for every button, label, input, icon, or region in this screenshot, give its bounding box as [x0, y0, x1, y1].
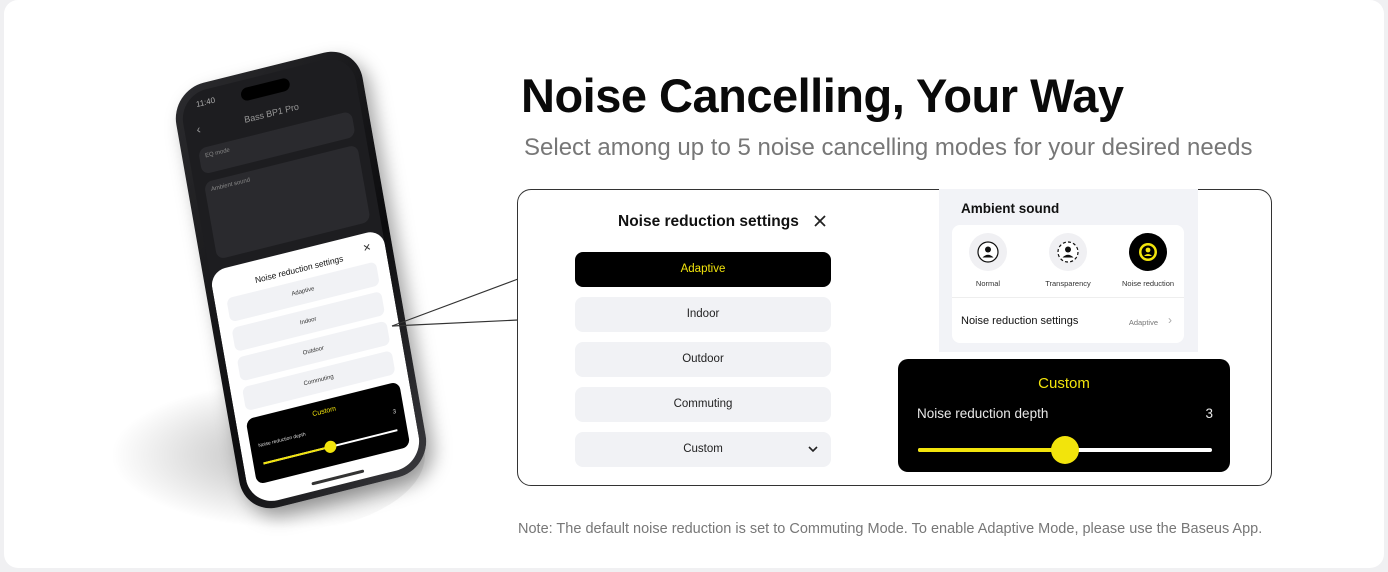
- mode-noise-reduction[interactable]: Noise reduction: [1110, 233, 1186, 288]
- option-adaptive[interactable]: Adaptive: [575, 252, 831, 287]
- phone-eq-label: EQ mode: [204, 147, 231, 160]
- phone-ambient-label: Ambient sound: [210, 177, 251, 194]
- phone-illustration: 11:40 ‹ Bass BP1 Pro EQ mode Ambient sou…: [95, 44, 455, 535]
- ambient-sound-panel: Ambient sound Normal Transparency Noise …: [939, 189, 1198, 352]
- phone-slider-knob: [324, 439, 338, 455]
- footnote: Note: The default noise reduction is set…: [518, 521, 1263, 537]
- mode-normal-label: Normal: [975, 279, 1001, 288]
- noise-reduction-mode-icon: [1129, 233, 1167, 271]
- depth-label: Noise reduction depth: [917, 406, 1049, 421]
- page-title: Noise Cancelling, Your Way: [521, 69, 1124, 122]
- phone-sheet: Noise reduction settings ✕ Adaptive Indo…: [209, 228, 424, 507]
- mode-normal[interactable]: Normal: [950, 233, 1026, 288]
- phone-status-time: 11:40: [195, 95, 216, 110]
- normal-mode-icon: [969, 233, 1007, 271]
- phone-slider-track: [263, 429, 398, 465]
- custom-title: Custom: [1038, 375, 1090, 392]
- ambient-title: Ambient sound: [961, 201, 1060, 216]
- ambient-divider: [952, 297, 1184, 298]
- mode-transparency-label: Transparency: [1045, 279, 1091, 288]
- depth-value: 3: [1205, 406, 1213, 421]
- option-outdoor[interactable]: Outdoor: [575, 342, 831, 377]
- dynamic-island: [239, 76, 291, 102]
- custom-depth-panel: Custom Noise reduction depth 3: [898, 359, 1230, 472]
- option-custom[interactable]: Custom: [575, 432, 831, 467]
- option-custom-label: Custom: [683, 443, 723, 455]
- depth-slider[interactable]: [918, 436, 1212, 464]
- close-icon[interactable]: [810, 211, 830, 231]
- slider-knob[interactable]: [1051, 436, 1079, 464]
- phone-slider-fill: [263, 446, 328, 465]
- transparency-mode-icon: [1049, 233, 1087, 271]
- mode-noise-reduction-label: Noise reduction: [1121, 279, 1175, 288]
- ambient-card: Normal Transparency Noise reduction Nois…: [952, 225, 1184, 343]
- phone-depth-label: Noise reduction depth: [257, 431, 307, 450]
- option-commuting[interactable]: Commuting: [575, 387, 831, 422]
- phone-close-icon: ✕: [362, 242, 373, 256]
- chevron-right-icon[interactable]: ›: [1168, 313, 1172, 327]
- noise-reduction-title: Noise reduction settings: [618, 213, 799, 230]
- phone-depth-value: 3: [392, 408, 397, 416]
- mode-transparency[interactable]: Transparency: [1030, 233, 1106, 288]
- page-subtitle: Select among up to 5 noise cancelling mo…: [524, 134, 1253, 161]
- chevron-down-icon: [808, 446, 818, 453]
- nr-settings-label[interactable]: Noise reduction settings: [961, 315, 1078, 327]
- nr-settings-value: Adaptive: [1128, 318, 1158, 327]
- option-indoor[interactable]: Indoor: [575, 297, 831, 332]
- slider-fill: [918, 448, 1065, 452]
